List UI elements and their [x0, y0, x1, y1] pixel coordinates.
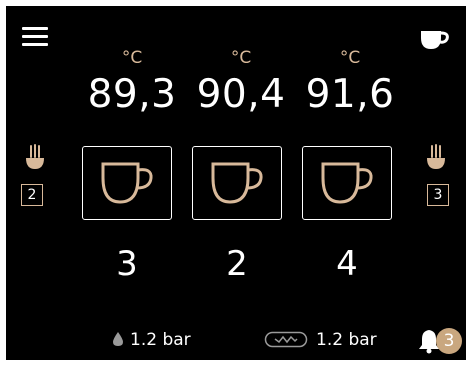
temperature-value: 89,3	[87, 72, 177, 117]
group-2-count: 2	[226, 244, 248, 284]
cup-icon	[421, 31, 449, 49]
group-3-count: 4	[336, 244, 358, 284]
steam-wand-icon	[26, 144, 44, 169]
notifications-button[interactable]: 3	[414, 324, 462, 356]
temperature-value: 90,4	[196, 72, 286, 117]
temperature-value: 91,6	[305, 72, 395, 117]
group-2-button[interactable]	[192, 146, 282, 220]
group-1-count: 3	[116, 244, 138, 284]
temperature-unit: °C	[230, 48, 252, 68]
temperature-unit: °C	[339, 48, 361, 68]
temperature-unit: °C	[121, 48, 143, 68]
pump-pressure-value: 1.2 bar	[316, 330, 377, 350]
menu-icon[interactable]	[22, 27, 48, 47]
cup-icon	[101, 162, 153, 204]
machine-display: °C 89,3 °C 90,4 °C 91,6 2 3 3 2 4 1.2 ba…	[6, 6, 466, 360]
water-drop-icon	[113, 332, 123, 346]
water-pressure-value: 1.2 bar	[130, 330, 191, 350]
group-1-button[interactable]	[82, 146, 172, 220]
steam-wand-icon	[427, 144, 445, 169]
notification-badge: 3	[436, 328, 462, 354]
steam-left-box[interactable]: 2	[21, 184, 43, 206]
pump-icon	[264, 331, 308, 348]
cup-icon	[211, 162, 263, 204]
cup-icon	[321, 162, 373, 204]
steam-right-box[interactable]: 3	[427, 184, 449, 206]
group-3-button[interactable]	[302, 146, 392, 220]
